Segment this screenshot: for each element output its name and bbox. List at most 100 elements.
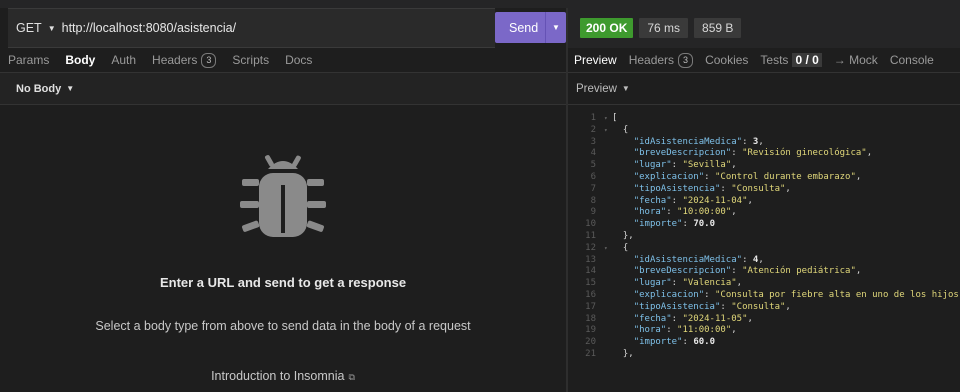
json-punct: : [704, 289, 715, 300]
json-key: "explicacion" [633, 171, 705, 182]
line-number: 4 [590, 148, 596, 159]
tab-console[interactable]: Console [884, 48, 940, 73]
line-number: 1 [590, 113, 596, 123]
headers-count-badge: 3 [201, 52, 217, 68]
send-dropdown-icon[interactable]: ▼ [546, 23, 566, 32]
tab-body[interactable]: Body [57, 48, 103, 73]
tab-auth[interactable]: Auth [103, 48, 144, 73]
code-line: 9 "hora": "10:00:00", [568, 207, 960, 219]
http-method[interactable]: GET [16, 21, 42, 35]
response-json-viewer[interactable]: 1 ▾[2 ▾ {3 "idAsistenciaMedica": 3,4 "brev… [568, 113, 960, 392]
json-punct [612, 290, 634, 302]
empty-state-subtitle: Select a body type from above to send da… [95, 319, 471, 333]
preview-mode-select[interactable]: Preview ▼ [568, 73, 960, 105]
code-line: 10 "importe": 70.0 [568, 219, 960, 231]
tests-result: 0 / 0 [792, 53, 822, 67]
tab-cookies[interactable]: Cookies [699, 48, 754, 73]
json-punct: }, [612, 348, 634, 359]
json-punct [612, 172, 634, 184]
tab-scripts[interactable]: Scripts [224, 48, 277, 73]
tab-tests[interactable]: Tests 0 / 0 [754, 48, 827, 73]
fold-chevron-icon[interactable]: ▾ [604, 113, 612, 125]
intro-link[interactable]: Introduction to Insomnia ⧉ [0, 369, 566, 383]
code-line: 16 "explicacion": "Consulta por fiebre a… [568, 290, 960, 302]
json-punct: , [855, 171, 862, 182]
line-number: 12 [585, 242, 596, 253]
send-button[interactable]: Send ▼ [495, 12, 566, 43]
json-punct: : [742, 254, 753, 265]
bug-icon [240, 155, 326, 237]
tab-mock[interactable]: → Mock [828, 48, 884, 73]
fold-chevron-icon[interactable]: ▾ [604, 243, 612, 255]
tab-response-headers[interactable]: Headers 3 [623, 48, 699, 73]
tab-params[interactable]: Params [0, 48, 57, 73]
response-status-bar: 200 OK 76 ms 859 B [568, 8, 960, 48]
line-number: 9 [590, 207, 596, 218]
url-text[interactable]: http://localhost:8080/asistencia/ [62, 21, 236, 35]
json-punct [612, 266, 634, 278]
json-punct: : [742, 136, 753, 147]
code-line: 19 "hora": "11:00:00", [568, 325, 960, 337]
code-line: 12 ▾ { [568, 243, 960, 255]
chevron-down-icon[interactable]: ▼ [48, 24, 56, 33]
json-punct: , [731, 207, 737, 218]
tab-response-headers-label: Headers [628, 53, 675, 67]
response-size: 859 B [694, 18, 742, 38]
code-line: 4 "breveDescripcion": "Revisión ginecoló… [568, 148, 960, 160]
json-string: "Valencia" [682, 278, 737, 289]
url-input[interactable]: GET ▼ http://localhost:8080/asistencia/ [8, 8, 495, 48]
response-tabs: Preview Headers 3 Cookies Tests 0 / 0 → … [568, 48, 960, 73]
tab-headers-label: Headers [152, 53, 198, 67]
json-key: "hora" [633, 325, 667, 336]
line-number: 18 [585, 313, 596, 324]
json-string: "Consulta" [731, 301, 786, 312]
json-punct: , [747, 313, 753, 324]
json-punct: , [866, 148, 873, 159]
json-key: "fecha" [633, 313, 672, 324]
json-punct: : [720, 301, 732, 312]
response-pane: 200 OK 76 ms 859 B Preview Headers 3 Coo… [568, 8, 960, 392]
request-tabs: Params Body Auth Headers 3 Scripts Docs [0, 48, 566, 73]
tab-tests-label: Tests [760, 53, 789, 67]
fold-chevron-icon[interactable]: ▾ [604, 125, 612, 137]
intro-link-text[interactable]: Introduction to Insomnia [211, 369, 344, 383]
json-key: "hora" [633, 207, 667, 218]
json-punct: , [747, 195, 753, 206]
body-type-select[interactable]: No Body ▼ [0, 73, 566, 105]
code-line: 2 ▾ { [568, 125, 960, 137]
empty-state: Enter a URL and send to get a response S… [0, 105, 566, 392]
json-punct: : [671, 160, 683, 171]
code-line: 14 "breveDescripcion": "Atención pediátr… [568, 266, 960, 278]
url-bar: GET ▼ http://localhost:8080/asistencia/ … [0, 8, 566, 48]
json-key: "importe" [633, 219, 683, 230]
json-punct: : [731, 148, 743, 159]
send-label[interactable]: Send [495, 21, 545, 35]
line-number: 13 [585, 254, 596, 265]
tab-headers[interactable]: Headers 3 [144, 48, 224, 73]
json-punct: : [671, 278, 683, 289]
tab-docs[interactable]: Docs [277, 48, 320, 73]
json-key: "idAsistenciaMedica" [633, 254, 743, 265]
line-number: 5 [590, 160, 596, 171]
tab-preview[interactable]: Preview [568, 48, 623, 73]
json-punct: { [612, 242, 629, 253]
empty-state-title: Enter a URL and send to get a response [159, 275, 407, 290]
code-line: 8 "fecha": "2024-11-04", [568, 196, 960, 208]
json-punct [612, 148, 634, 160]
json-number: 70.0 [693, 219, 715, 230]
json-string: "Control durante embarazo" [714, 171, 856, 182]
json-punct: , [736, 278, 743, 289]
json-punct [612, 219, 634, 231]
